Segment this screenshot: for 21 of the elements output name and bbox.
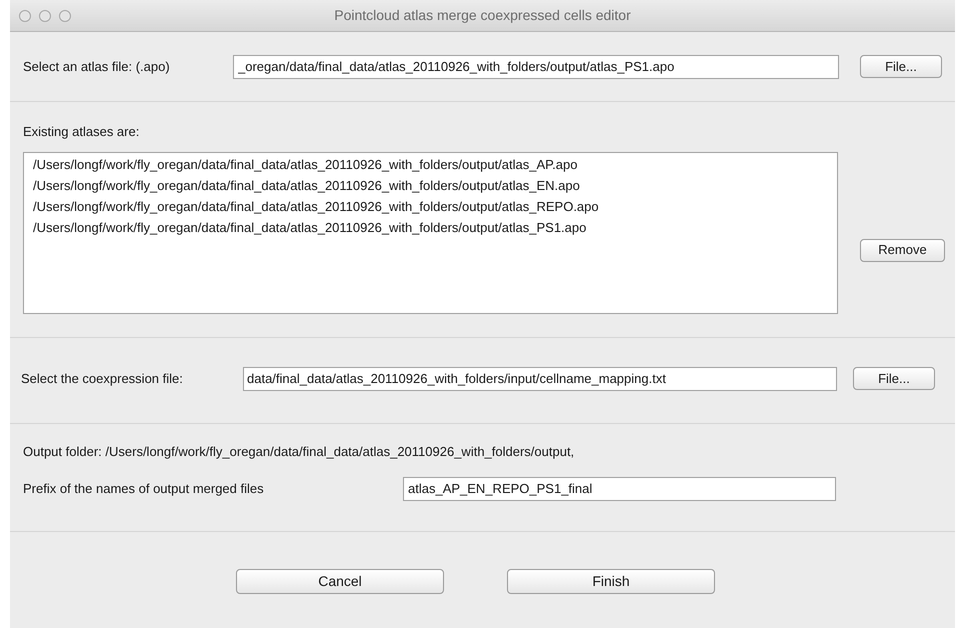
atlas-file-field[interactable]: _oregan/data/final_data/atlas_20110926_with_folders/output/atlas_PS1.apo bbox=[233, 54, 839, 78]
finish-button[interactable]: Finish bbox=[507, 569, 715, 594]
field-label: Prefix of the names of output merged files bbox=[23, 480, 265, 498]
field-label: Select an atlas file: (.apo) bbox=[23, 58, 171, 76]
output-folder-text: Output folder: /Users/longf/work/fly_oregan/data/final_data/atlas_20110926_with_folders/output, bbox=[23, 443, 576, 461]
coexpression-file-field[interactable]: data/final_data/atlas_20110926_with_folders/input/cellname_mapping.txt bbox=[243, 366, 837, 390]
field-label: Select the coexpression file: bbox=[21, 370, 184, 388]
remove-button[interactable]: Remove bbox=[860, 238, 945, 262]
cancel-button[interactable]: Cancel bbox=[236, 569, 444, 594]
list-item[interactable]: /Users/longf/work/fly_oregan/data/final_data/atlas_20110926_with_folders/output/atlas_EN.apo bbox=[24, 174, 837, 196]
list-item[interactable]: /Users/longf/work/fly_oregan/data/final_data/atlas_20110926_with_folders/output/atlas_AP.apo bbox=[24, 154, 837, 174]
file-button[interactable]: File... bbox=[860, 55, 942, 78]
prefix-field[interactable]: atlas_AP_EN_REPO_PS1_final bbox=[403, 476, 836, 500]
list-item[interactable]: /Users/longf/work/fly_oregan/data/final_data/atlas_20110926_with_folders/output/atlas_REPO.apo bbox=[24, 196, 837, 216]
list-item[interactable]: /Users/longf/work/fly_oregan/data/final_data/atlas_20110926_with_folders/output/atlas_PS1.apo bbox=[24, 216, 837, 238]
file-button[interactable]: File... bbox=[853, 367, 935, 390]
close-icon[interactable] bbox=[19, 10, 31, 22]
window-title: Pointcloud atlas merge coexpressed cells editor bbox=[334, 6, 631, 25]
zoom-icon[interactable] bbox=[59, 10, 71, 22]
minimize-icon[interactable] bbox=[39, 10, 51, 22]
section-label: Existing atlases are: bbox=[23, 123, 140, 141]
